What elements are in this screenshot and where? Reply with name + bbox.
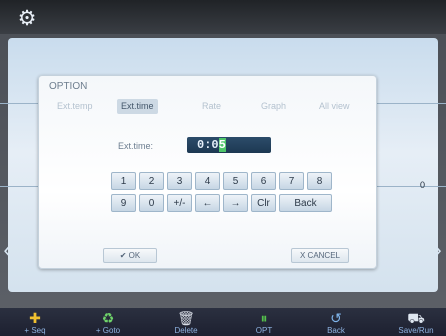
key-back[interactable]: Back <box>279 194 332 212</box>
toolbar-back[interactable]: ↺ Back <box>306 308 366 336</box>
goto-icon: ♻ <box>101 310 115 326</box>
key-4[interactable]: 4 <box>195 172 220 190</box>
cursor-digit: 5 <box>218 138 226 152</box>
key-0[interactable]: 0 <box>139 194 164 212</box>
gear-icon[interactable]: ⚙ <box>16 8 38 30</box>
toolbar-opt[interactable]: ⏸ OPT <box>234 308 294 336</box>
bottom-toolbar: ✚ + Seq ♻ + Goto 🗑 Delete ⏸ OPT ↺ Back ⛟… <box>0 308 446 336</box>
tab-all-view[interactable]: All view <box>319 99 350 114</box>
side-value: 0 <box>420 180 426 190</box>
toolbar-save-run[interactable]: ⛟ Save/Run <box>386 308 446 336</box>
key-3[interactable]: 3 <box>167 172 192 190</box>
key-5[interactable]: 5 <box>223 172 248 190</box>
ext-time-input[interactable]: 0:05 <box>187 137 271 153</box>
toolbar-label: OPT <box>255 326 273 335</box>
cancel-button[interactable]: X CANCEL <box>291 248 349 263</box>
toolbar-add-goto[interactable]: ♻ + Goto <box>78 308 138 336</box>
key-plus-minus[interactable]: +/- <box>167 194 192 212</box>
key-left-arrow[interactable]: ← <box>195 194 220 212</box>
toolbar-label: Save/Run <box>398 326 434 335</box>
key-9[interactable]: 9 <box>111 194 136 212</box>
key-2[interactable]: 2 <box>139 172 164 190</box>
key-8[interactable]: 8 <box>307 172 332 190</box>
toolbar-label: + Goto <box>95 326 121 335</box>
toolbar-label: Delete <box>174 326 198 335</box>
add-sequence-icon: ✚ <box>29 310 41 326</box>
option-dialog: OPTION Ext.temp Ext.time Rate Graph All … <box>38 75 377 269</box>
tab-ext-time[interactable]: Ext.time <box>117 99 158 114</box>
ok-button[interactable]: ✔ OK <box>103 248 157 263</box>
ext-time-label: Ext.time: <box>118 141 154 151</box>
trash-icon: 🗑 <box>177 310 195 326</box>
chevron-left-icon[interactable]: ‹ <box>1 238 13 262</box>
pause-icon: ⏸ <box>260 310 268 326</box>
key-1[interactable]: 1 <box>111 172 136 190</box>
key-6[interactable]: 6 <box>251 172 276 190</box>
key-clear[interactable]: Clr <box>251 194 276 212</box>
toolbar-add-seq[interactable]: ✚ + Seq <box>5 308 65 336</box>
dialog-title: OPTION <box>49 81 88 92</box>
screen: ⚙ 0 ‹ › OPTION Ext.temp Ext.time Rate Gr… <box>0 0 446 336</box>
ext-time-value: 0:0 <box>197 138 219 152</box>
tab-ext-temp[interactable]: Ext.temp <box>57 99 93 114</box>
key-right-arrow[interactable]: → <box>223 194 248 212</box>
toolbar-label: + Seq <box>24 326 46 335</box>
tab-rate[interactable]: Rate <box>202 99 221 114</box>
tab-graph[interactable]: Graph <box>261 99 286 114</box>
save-run-icon: ⛟ <box>407 310 425 326</box>
chevron-right-icon[interactable]: › <box>432 238 444 262</box>
key-7[interactable]: 7 <box>279 172 304 190</box>
toolbar-delete[interactable]: 🗑 Delete <box>156 308 216 336</box>
title-bar: ⚙ <box>0 0 446 34</box>
back-icon: ↺ <box>330 310 342 326</box>
toolbar-label: Back <box>327 326 345 335</box>
